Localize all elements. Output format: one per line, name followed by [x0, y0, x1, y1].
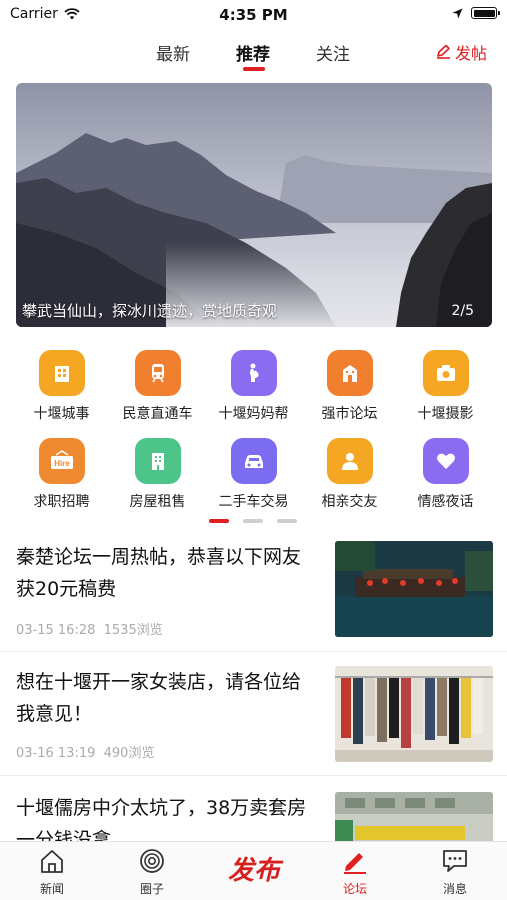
page-dot — [277, 519, 297, 523]
feed-item-title: 秦楚论坛一周热帖，恭喜以下网友获20元稿费 — [16, 546, 302, 600]
category-label: 十堰摄影 — [417, 406, 474, 422]
feed-item-meta: 03-16 13:19 490浏览 — [16, 742, 154, 761]
feed-item-time: 03-15 16:28 — [16, 623, 96, 638]
tab-forum[interactable]: 论坛 — [315, 848, 395, 897]
feed-item-title: 想在十堰开一家女装店，请各位给我意见！ — [16, 671, 302, 725]
category-label: 强市论坛 — [321, 406, 378, 422]
post-button-label: 发帖 — [454, 44, 487, 63]
tab-label: 论坛 — [342, 882, 367, 896]
tab-circle[interactable]: 圈子 — [112, 848, 192, 897]
top-nav: 最新 推荐 关注 发帖 — [0, 30, 507, 76]
clock: 4:35 PM — [219, 6, 288, 24]
category-emotions[interactable]: 情感夜话 — [395, 438, 496, 511]
category-used-cars[interactable]: 二手车交易 — [203, 438, 304, 511]
category-label: 相亲交友 — [321, 494, 378, 510]
publish-button[interactable]: 发布 — [211, 850, 297, 887]
circle-spiral-icon — [140, 849, 164, 873]
car-icon — [230, 438, 277, 484]
hire-sign-icon: Hire — [38, 438, 85, 484]
bottom-tab-bar: 新闻 圈子 发布 论坛 消息 — [0, 841, 507, 900]
category-city-news[interactable]: 十堰城事 — [11, 350, 112, 423]
category-label: 求职招聘 — [33, 494, 90, 510]
category-label: 十堰妈妈帮 — [218, 406, 289, 422]
category-label: 情感夜话 — [417, 494, 474, 510]
city-buildings-icon — [38, 350, 85, 396]
category-page-indicator — [0, 519, 507, 523]
category-label: 二手车交易 — [218, 494, 289, 510]
tab-label: 圈子 — [139, 882, 164, 896]
status-bar: Carrier 4:35 PM — [0, 0, 507, 30]
feed-item[interactable]: 秦楚论坛一周热帖，恭喜以下网友获20元稿费 03-15 16:28 1535浏览 — [0, 527, 507, 651]
location-arrow-icon — [452, 8, 463, 18]
feed-item-views: 490浏览 — [103, 746, 155, 761]
feed-item-time: 03-16 13:19 — [16, 746, 96, 761]
home-icon — [41, 850, 63, 873]
tab-follow[interactable]: 关注 — [316, 40, 350, 65]
building-icon — [326, 350, 373, 396]
tab-news[interactable]: 新闻 — [12, 848, 92, 897]
heart-icon — [422, 438, 469, 484]
category-housing[interactable]: 房屋租售 — [107, 438, 208, 511]
category-photography[interactable]: 十堰摄影 — [395, 350, 496, 423]
category-moms[interactable]: 十堰妈妈帮 — [203, 350, 304, 423]
category-label: 民意直通车 — [122, 406, 193, 422]
tab-latest[interactable]: 最新 — [156, 40, 190, 65]
active-tab-indicator — [243, 67, 265, 71]
tab-label: 消息 — [442, 882, 467, 896]
feed-item[interactable]: 想在十堰开一家女装店，请各位给我意见！ 03-16 13:19 490浏览 — [0, 651, 507, 775]
category-forum[interactable]: 强市论坛 — [299, 350, 400, 423]
category-jobs[interactable]: Hire 求职招聘 — [11, 438, 112, 511]
feed-item[interactable]: 十堰儒房中介太坑了，38万卖套房一分钱没拿 — [0, 775, 507, 851]
category-label: 十堰城事 — [33, 406, 90, 422]
post-button[interactable]: 发帖 — [435, 40, 487, 64]
train-icon — [134, 350, 181, 396]
category-public-opinion[interactable]: 民意直通车 — [107, 350, 208, 423]
banner-mountain-image — [16, 83, 492, 327]
tab-label: 新闻 — [39, 882, 64, 896]
message-icon — [443, 850, 467, 872]
boat-night-thumbnail — [335, 541, 493, 637]
edit-icon — [436, 44, 450, 59]
battery-icon — [471, 7, 500, 19]
camera-icon — [422, 350, 469, 396]
pencil-icon — [344, 853, 366, 874]
house-icon — [134, 438, 181, 484]
feed-item-views: 1535浏览 — [103, 623, 163, 638]
feed-item-meta: 03-15 16:28 1535浏览 — [16, 619, 163, 638]
page-dot — [243, 519, 263, 523]
svg-text:Hire: Hire — [54, 459, 70, 468]
street-building-thumbnail — [335, 792, 493, 846]
page-dot-active — [209, 519, 229, 523]
banner-caption: 攀武当仙山，探冰川遗迹，赏地质奇观 — [22, 302, 278, 320]
status-right — [452, 7, 500, 19]
pregnant-mother-icon — [230, 350, 277, 396]
tab-recommend[interactable]: 推荐 — [236, 40, 270, 65]
category-dating[interactable]: 相亲交友 — [299, 438, 400, 511]
category-label: 房屋租售 — [129, 494, 186, 510]
banner-carousel[interactable]: 攀武当仙山，探冰川遗迹，赏地质奇观 2/5 — [16, 83, 492, 327]
clothing-rack-thumbnail — [335, 666, 493, 762]
banner-page-indicator: 2/5 — [451, 303, 474, 319]
tab-messages[interactable]: 消息 — [415, 848, 495, 897]
people-icon — [326, 438, 373, 484]
